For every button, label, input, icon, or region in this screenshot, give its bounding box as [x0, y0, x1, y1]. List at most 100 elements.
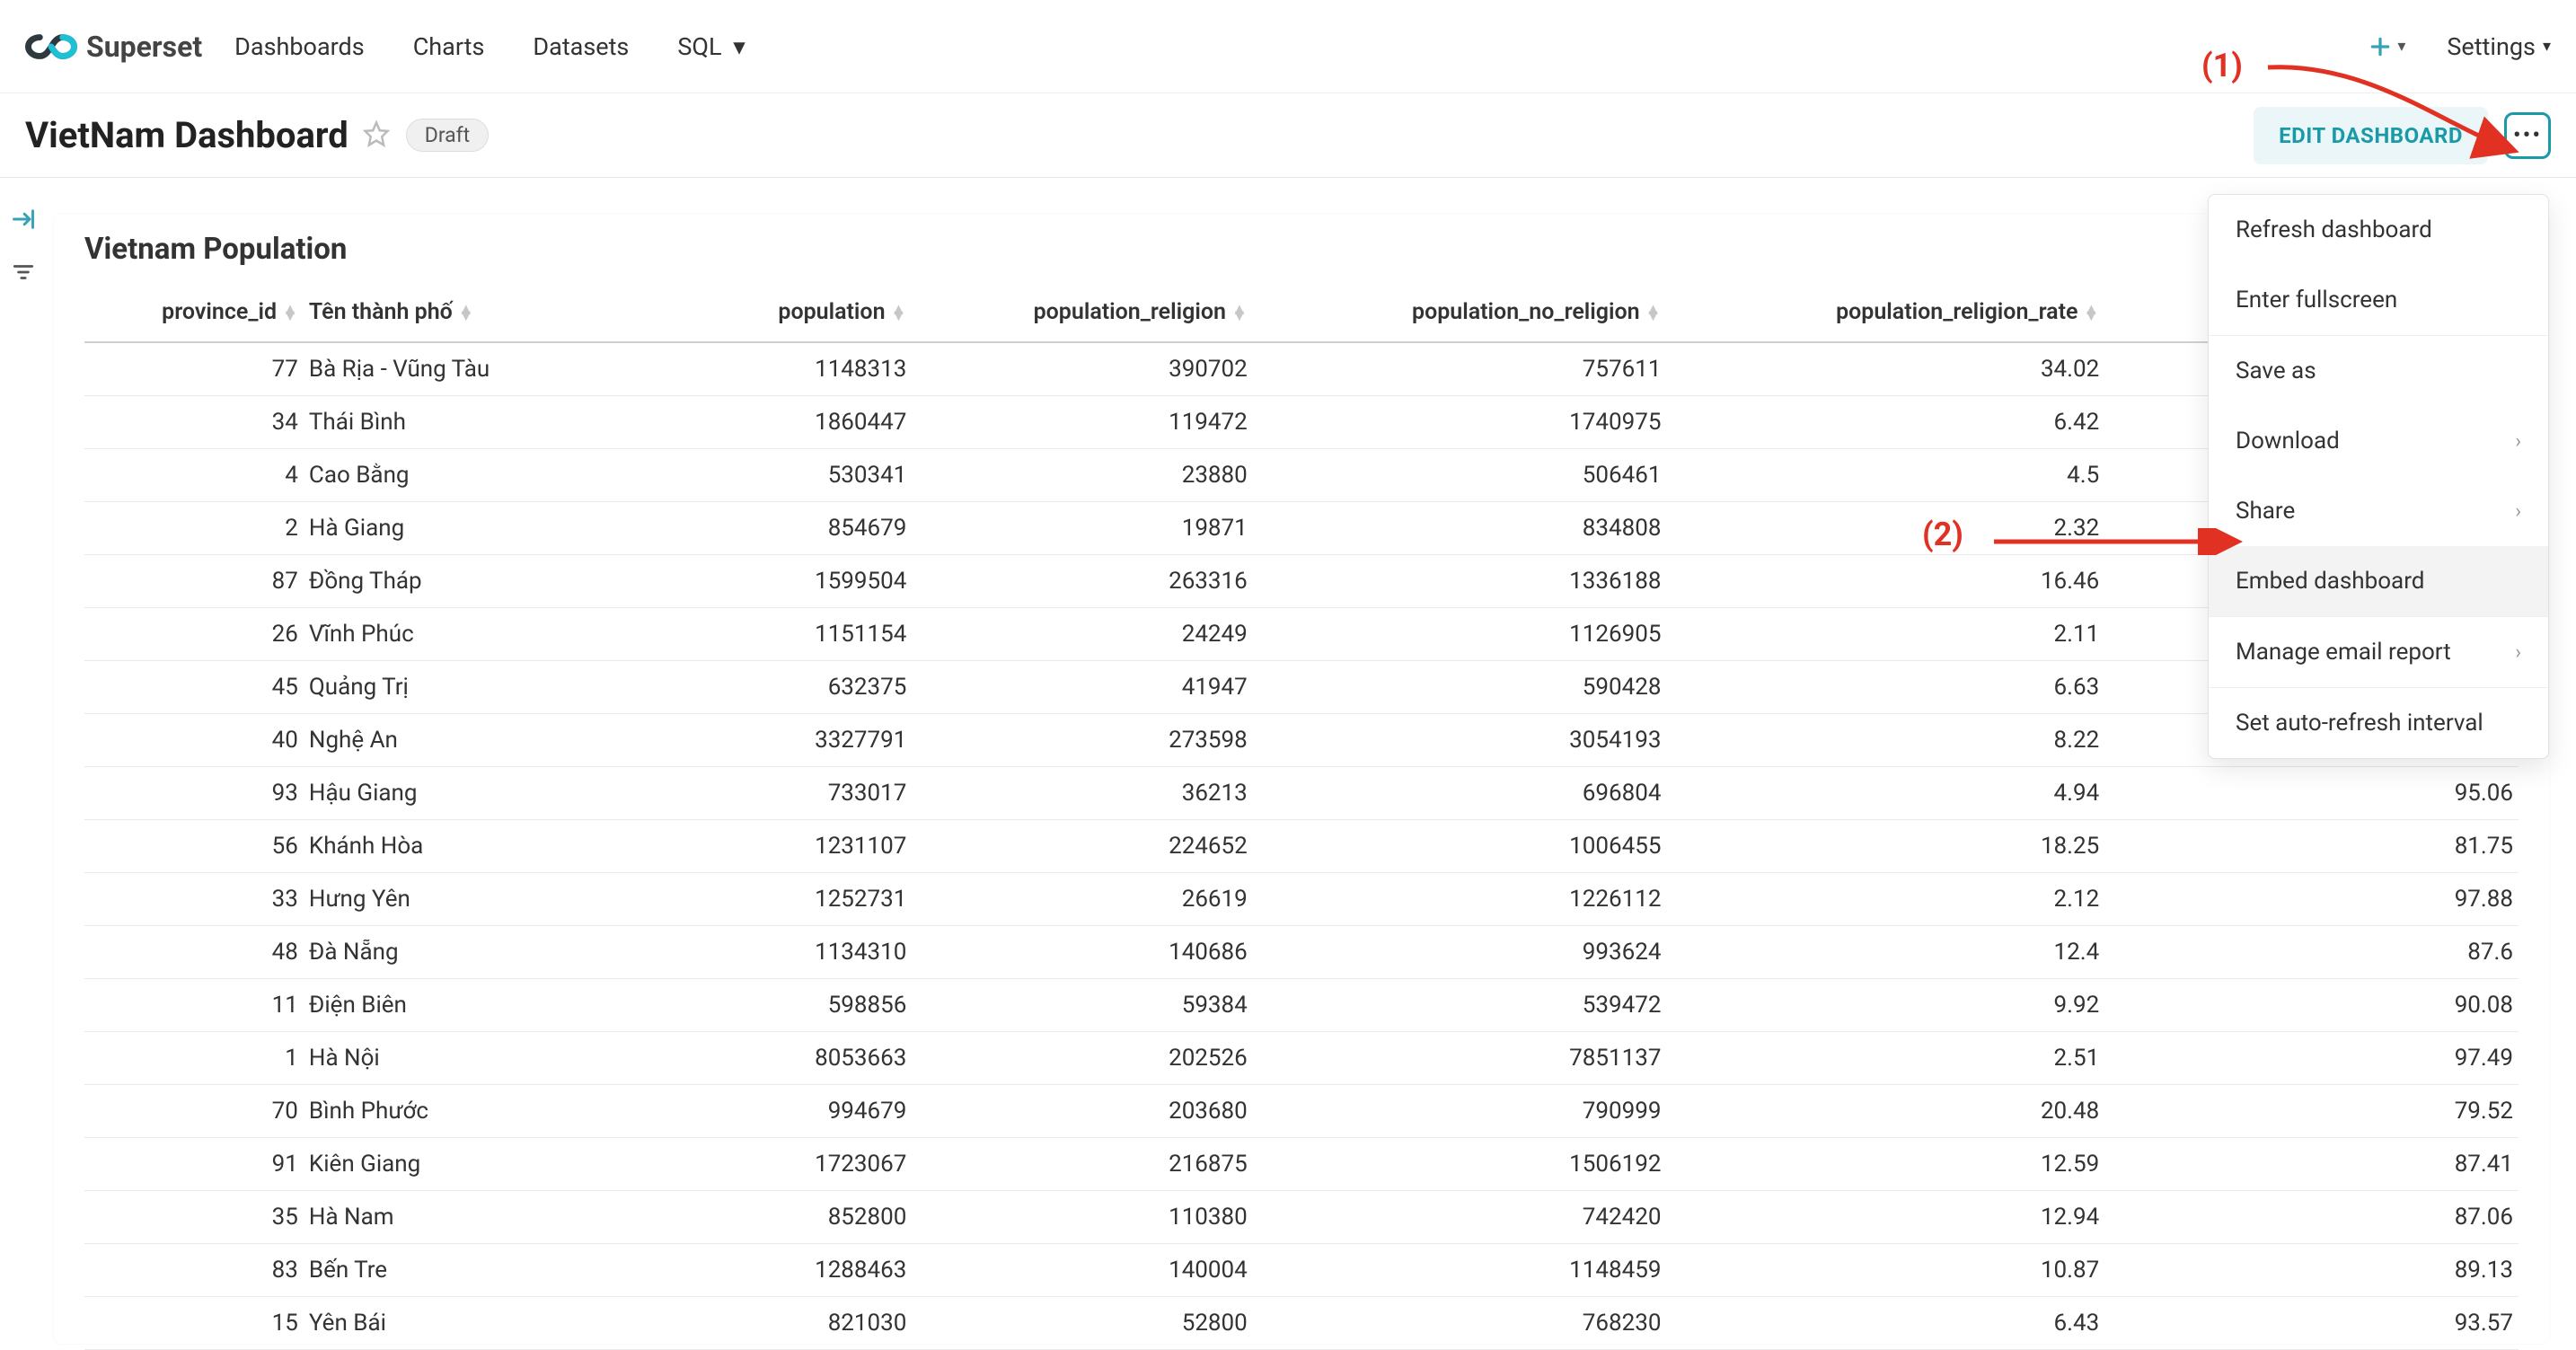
table-row[interactable]: 70Bình Phước99467920368079099920.4879.52	[84, 1085, 2519, 1138]
sort-icon: ▲▼	[2083, 306, 2099, 319]
table-cell: 1860447	[644, 396, 912, 449]
table-row[interactable]: 83Bến Tre1288463140004114845910.8789.13	[84, 1244, 2519, 1297]
menu-fullscreen[interactable]: Enter fullscreen	[2209, 265, 2548, 335]
table-row[interactable]: 91Kiên Giang1723067216875150619212.5987.…	[84, 1138, 2519, 1191]
table-row[interactable]: 11Điện Biên598856593845394729.9290.08	[84, 979, 2519, 1032]
menu-download[interactable]: Download›	[2209, 406, 2548, 476]
add-button[interactable]: ▾	[2369, 35, 2405, 58]
menu-embed[interactable]: Embed dashboard	[2209, 546, 2548, 616]
table-cell: 1151154	[644, 608, 912, 661]
table-cell: Bình Phước	[304, 1085, 644, 1138]
table-row[interactable]: 1Hà Nội805366320252678511372.5197.49	[84, 1032, 2519, 1085]
table-cell: 12.94	[1666, 1191, 2104, 1244]
table-cell: 40	[84, 714, 304, 767]
star-icon[interactable]	[363, 120, 390, 151]
table-cell: 390702	[912, 342, 1252, 396]
table-row[interactable]: 48Đà Nẵng113431014068699362412.487.6	[84, 926, 2519, 979]
table-cell: 852800	[644, 1191, 912, 1244]
table-cell: 1252731	[644, 873, 912, 926]
expand-panel-icon[interactable]	[11, 207, 36, 235]
table-cell: 70	[84, 1085, 304, 1138]
table-cell: 33	[84, 873, 304, 926]
table-cell: 7851137	[1253, 1032, 1667, 1085]
table-cell: 3054193	[1253, 714, 1667, 767]
col-population-religion[interactable]: population_religion▲▼	[912, 288, 1252, 342]
table-row[interactable]: 33Hưng Yên12527312661912261122.1297.88	[84, 873, 2519, 926]
table-cell: 1231107	[644, 820, 912, 873]
table-cell: Hưng Yên	[304, 873, 644, 926]
table-cell: 539472	[1253, 979, 1667, 1032]
more-menu-button[interactable]: •••	[2504, 112, 2551, 159]
col-city[interactable]: Tên thành phố▲▼	[304, 288, 644, 342]
table-cell: Thái Bình	[304, 396, 644, 449]
table-cell: 598856	[644, 979, 912, 1032]
col-population[interactable]: population▲▼	[644, 288, 912, 342]
table-row[interactable]: 93Hậu Giang733017362136968044.9495.06	[84, 767, 2519, 820]
table-cell: Nghệ An	[304, 714, 644, 767]
table-cell: Quảng Trị	[304, 661, 644, 714]
table-row[interactable]: 26Vĩnh Phúc11511542424911269052.11	[84, 608, 2519, 661]
table-cell: 12.59	[1666, 1138, 2104, 1191]
table-row[interactable]: 15Yên Bái821030528007682306.4393.57	[84, 1297, 2519, 1350]
nav-datasets[interactable]: Datasets	[533, 32, 629, 61]
menu-autorefresh[interactable]: Set auto-refresh interval	[2209, 688, 2548, 758]
menu-email[interactable]: Manage email report›	[2209, 617, 2548, 687]
nav-right: ▾ Settings ▾	[2369, 32, 2551, 61]
table-cell: 83	[84, 1244, 304, 1297]
table-cell: 733017	[644, 767, 912, 820]
nav-settings[interactable]: Settings ▾	[2447, 32, 2551, 61]
table-cell: Yên Bái	[304, 1297, 644, 1350]
col-population-religion-rate[interactable]: population_religion_rate▲▼	[1666, 288, 2104, 342]
table-cell: 90.08	[2104, 979, 2519, 1032]
table-cell: 19871	[912, 502, 1252, 555]
table-cell: 3327791	[644, 714, 912, 767]
infinity-icon	[25, 31, 77, 62]
table-cell: 87.41	[2104, 1138, 2519, 1191]
table-cell: 4.94	[1666, 767, 2104, 820]
table-row[interactable]: 4Cao Bằng530341238805064614.5	[84, 449, 2519, 502]
table-cell: 506461	[1253, 449, 1667, 502]
table-row[interactable]: 77Bà Rịa - Vũng Tàu114831339070275761134…	[84, 342, 2519, 396]
filter-icon[interactable]	[12, 260, 35, 287]
sort-icon: ▲▼	[282, 306, 298, 319]
draft-badge: Draft	[406, 119, 489, 152]
table-cell: 34	[84, 396, 304, 449]
col-population-no-religion[interactable]: population_no_religion▲▼	[1253, 288, 1667, 342]
nav-dashboards[interactable]: Dashboards	[234, 32, 365, 61]
table-cell: 6.43	[1666, 1297, 2104, 1350]
table-cell: 2.32	[1666, 502, 2104, 555]
table-cell: Điện Biên	[304, 979, 644, 1032]
logo[interactable]: Superset	[25, 30, 202, 64]
table-cell: 2.51	[1666, 1032, 2104, 1085]
menu-refresh[interactable]: Refresh dashboard	[2209, 195, 2548, 265]
table-row[interactable]: 45Quảng Trị632375419475904286.6393.37	[84, 661, 2519, 714]
table-cell: 1226112	[1253, 873, 1667, 926]
table-row[interactable]: 35Hà Nam85280011038074242012.9487.06	[84, 1191, 2519, 1244]
table-cell: Hà Nội	[304, 1032, 644, 1085]
table-cell: 216875	[912, 1138, 1252, 1191]
table-cell: 1148313	[644, 342, 912, 396]
table-cell: 48	[84, 926, 304, 979]
table-row[interactable]: 56Khánh Hòa1231107224652100645518.2581.7…	[84, 820, 2519, 873]
table-cell: 757611	[1253, 342, 1667, 396]
col-province-id[interactable]: province_id▲▼	[84, 288, 304, 342]
table-cell: 2.11	[1666, 608, 2104, 661]
edit-dashboard-button[interactable]: EDIT DASHBOARD	[2254, 107, 2488, 164]
table-cell: Đồng Tháp	[304, 555, 644, 608]
menu-share[interactable]: Share›	[2209, 476, 2548, 546]
table-row[interactable]: 87Đồng Tháp1599504263316133618816.46	[84, 555, 2519, 608]
menu-save-as[interactable]: Save as	[2209, 336, 2548, 406]
table-cell: Hậu Giang	[304, 767, 644, 820]
table-cell: 26619	[912, 873, 1252, 926]
table-cell: 821030	[644, 1297, 912, 1350]
table-cell: 15	[84, 1297, 304, 1350]
chart-title: Vietnam Population	[84, 232, 2519, 267]
table-row[interactable]: 34Thái Bình186044711947217409756.42	[84, 396, 2519, 449]
nav-sql[interactable]: SQL ▾	[677, 32, 745, 61]
nav-charts[interactable]: Charts	[413, 32, 485, 61]
dashboard-title[interactable]: VietNam Dashboard	[25, 114, 348, 156]
left-rail	[4, 207, 43, 287]
table-cell: 79.52	[2104, 1085, 2519, 1138]
table-row[interactable]: 40Nghệ An332779127359830541938.2291.78	[84, 714, 2519, 767]
table-row[interactable]: 2Hà Giang854679198718348082.32	[84, 502, 2519, 555]
